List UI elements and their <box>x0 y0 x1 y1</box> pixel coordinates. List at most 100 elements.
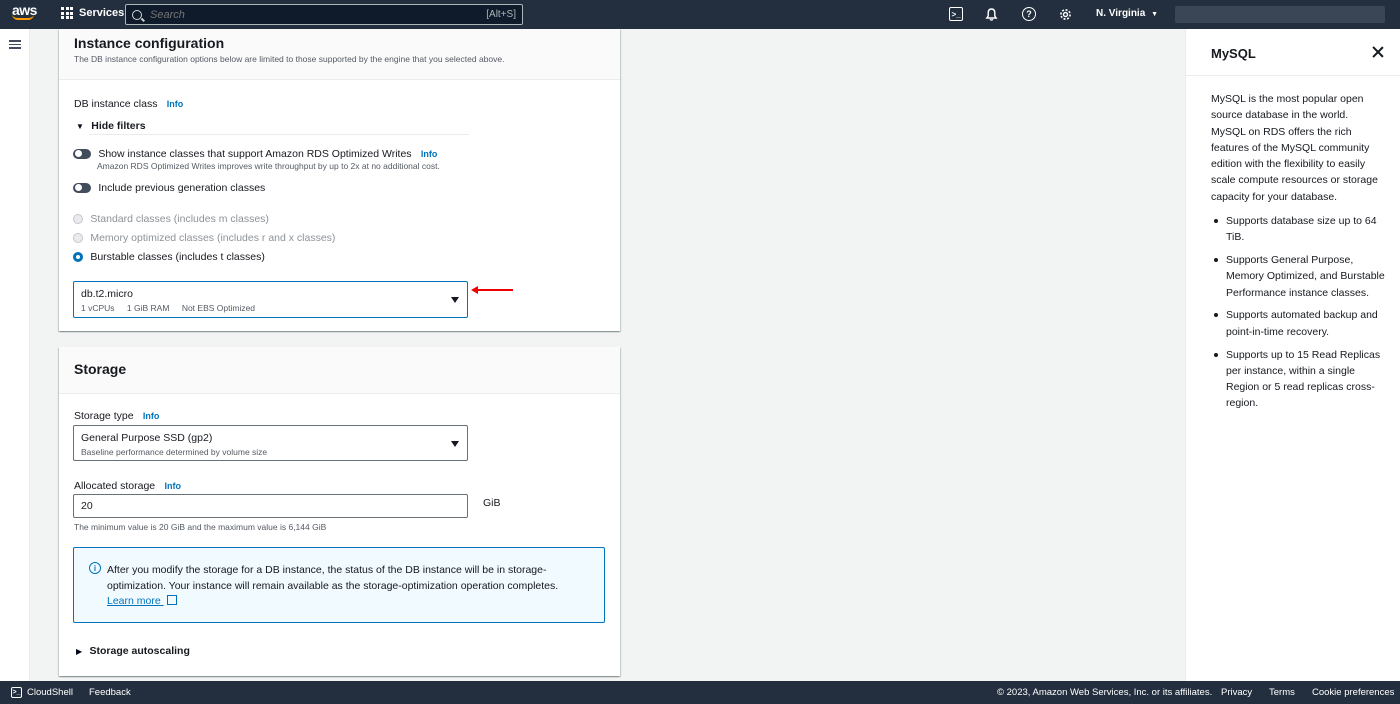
storage-autoscaling-label: Storage autoscaling <box>89 645 190 657</box>
allocated-storage-caption: The minimum value is 20 GiB and the maxi… <box>74 522 327 532</box>
optimized-writes-row: Show instance classes that support Amazo… <box>73 146 437 160</box>
caret-right-icon: ▶ <box>76 647 83 656</box>
region-selector[interactable]: N. Virginia ▼ <box>1096 8 1158 19</box>
cloudshell-icon[interactable]: >_ <box>11 687 22 698</box>
divider <box>1186 75 1400 76</box>
learn-more-label: Learn more <box>107 595 161 607</box>
page-title: Instance configuration <box>74 35 225 51</box>
radio-label: Memory optimized classes (includes r and… <box>90 232 336 244</box>
storage-type-label-row: Storage type Info <box>74 408 159 422</box>
storage-panel: Storage Storage type Info General Purpos… <box>59 347 620 676</box>
previous-generation-label: Include previous generation classes <box>98 182 266 194</box>
copyright-text: © 2023, Amazon Web Services, Inc. or its… <box>997 687 1213 698</box>
menu-icon[interactable] <box>9 40 21 49</box>
aws-logo[interactable]: aws <box>12 2 40 24</box>
help-panel: MySQL MySQL is the most popular open sou… <box>1185 29 1400 681</box>
info-link[interactable]: Info <box>421 149 438 159</box>
hide-filters-label: Hide filters <box>91 120 146 132</box>
divider <box>89 134 469 135</box>
list-item: Supports General Purpose, Memory Optimiz… <box>1211 252 1386 301</box>
grid-icon <box>61 7 73 19</box>
search-input[interactable] <box>150 8 487 21</box>
optimized-writes-toggle[interactable] <box>73 148 91 159</box>
allocated-storage-value: 20 <box>81 500 93 512</box>
info-link[interactable]: Info <box>164 481 181 491</box>
storage-info-alert: i After you modify the storage for a DB … <box>73 547 605 623</box>
previous-generation-toggle[interactable] <box>73 182 91 193</box>
cloudshell-link[interactable]: CloudShell <box>27 687 73 698</box>
storage-title: Storage <box>74 361 127 377</box>
allocated-storage-label-row: Allocated storage Info <box>74 478 181 492</box>
region-label: N. Virginia <box>1096 8 1146 19</box>
gear-icon[interactable] <box>1058 7 1072 21</box>
external-link-icon <box>166 595 177 605</box>
allocated-storage-input[interactable]: 20 <box>73 494 468 518</box>
previous-generation-row: Include previous generation classes <box>73 180 265 194</box>
cookie-preferences-link[interactable]: Cookie preferences <box>1312 687 1394 698</box>
radio-memory-optimized-classes[interactable]: Memory optimized classes (includes r and… <box>73 230 335 244</box>
caret-down-icon: ▼ <box>1151 11 1158 18</box>
services-menu-button[interactable]: Services <box>61 7 124 19</box>
optimized-writes-label: Show instance classes that support Amazo… <box>98 148 412 160</box>
storage-type-label: Storage type <box>74 410 134 422</box>
help-panel-title: MySQL <box>1211 46 1256 61</box>
db-instance-class-label-row: DB instance class Info <box>74 96 183 110</box>
storage-type-select[interactable]: General Purpose SSD (gp2) Baseline perfo… <box>73 425 468 461</box>
db-instance-class-select[interactable]: db.t2.micro 1 vCPUs 1 GiB RAM Not EBS Op… <box>73 281 468 318</box>
close-icon[interactable] <box>1372 46 1384 58</box>
privacy-link[interactable]: Privacy <box>1221 687 1252 698</box>
help-panel-bullets: Supports database size up to 64 TiB. Sup… <box>1211 213 1386 418</box>
radio-button[interactable] <box>73 232 83 243</box>
radio-button-selected[interactable] <box>73 251 83 262</box>
select-value: db.t2.micro <box>81 288 133 300</box>
radio-label: Standard classes (includes m classes) <box>90 213 269 225</box>
help-panel-description: MySQL is the most popular open source da… <box>1211 93 1378 203</box>
caret-down-icon: ▼ <box>76 122 84 131</box>
search-box[interactable]: [Alt+S] <box>125 4 523 25</box>
side-navigation-rail <box>0 29 30 681</box>
search-icon <box>132 9 142 20</box>
list-item: Supports up to 15 Read Replicas per inst… <box>1211 347 1386 412</box>
account-menu-button[interactable] <box>1175 6 1385 23</box>
radio-standard-classes[interactable]: Standard classes (includes m classes) <box>73 211 269 225</box>
list-item: Supports database size up to 64 TiB. <box>1211 213 1386 246</box>
radio-label: Burstable classes (includes t classes) <box>90 251 265 263</box>
storage-header: Storage <box>59 347 620 394</box>
search-shortcut: [Alt+S] <box>486 9 516 20</box>
hide-filters-toggle[interactable]: ▼ Hide filters <box>76 118 146 132</box>
radio-button[interactable] <box>73 213 83 224</box>
caret-down-icon <box>451 441 459 447</box>
terms-link[interactable]: Terms <box>1269 687 1295 698</box>
info-link[interactable]: Info <box>143 411 160 421</box>
select-value: General Purpose SSD (gp2) <box>81 432 213 444</box>
alert-text: After you modify the storage for a DB in… <box>107 564 559 592</box>
learn-more-link[interactable]: Learn more <box>107 595 177 607</box>
help-icon[interactable]: ? <box>1022 7 1036 21</box>
info-icon: i <box>89 562 101 574</box>
feedback-link[interactable]: Feedback <box>89 687 131 698</box>
optimized-writes-caption: Amazon RDS Optimized Writes improves wri… <box>97 161 440 171</box>
caret-down-icon <box>451 297 459 303</box>
instance-configuration-panel: Instance configuration The DB instance c… <box>59 29 620 331</box>
select-caption: Baseline performance determined by volum… <box>81 447 268 457</box>
vcpu-count: 1 vCPUs <box>81 303 115 313</box>
storage-autoscaling-expander[interactable]: ▶ Storage autoscaling <box>76 643 190 657</box>
info-link[interactable]: Info <box>167 99 184 109</box>
allocated-storage-unit: GiB <box>483 497 501 509</box>
cloudshell-icon[interactable]: >_ <box>949 7 963 21</box>
bell-icon[interactable] <box>984 7 998 21</box>
select-details: 1 vCPUs 1 GiB RAM Not EBS Optimized <box>81 303 255 313</box>
allocated-storage-label: Allocated storage <box>74 480 156 492</box>
db-instance-class-label: DB instance class <box>74 98 158 110</box>
list-item: Supports automated backup and point-in-t… <box>1211 307 1386 340</box>
radio-burstable-classes[interactable]: Burstable classes (includes t classes) <box>73 249 265 263</box>
instance-configuration-header: Instance configuration The DB instance c… <box>59 29 620 80</box>
footer-bar: >_ CloudShell Feedback © 2023, Amazon We… <box>0 681 1400 704</box>
services-label: Services <box>79 7 125 19</box>
aws-logo-text: aws <box>12 2 37 18</box>
ram-size: 1 GiB RAM <box>126 303 170 313</box>
instance-configuration-subtitle: The DB instance configuration options be… <box>74 54 505 64</box>
ebs-status: Not EBS Optimized <box>181 303 256 313</box>
top-navigation: aws Services [Alt+S] >_ ? N. Virginia ▼ <box>0 0 1400 29</box>
annotation-arrow <box>471 286 513 294</box>
